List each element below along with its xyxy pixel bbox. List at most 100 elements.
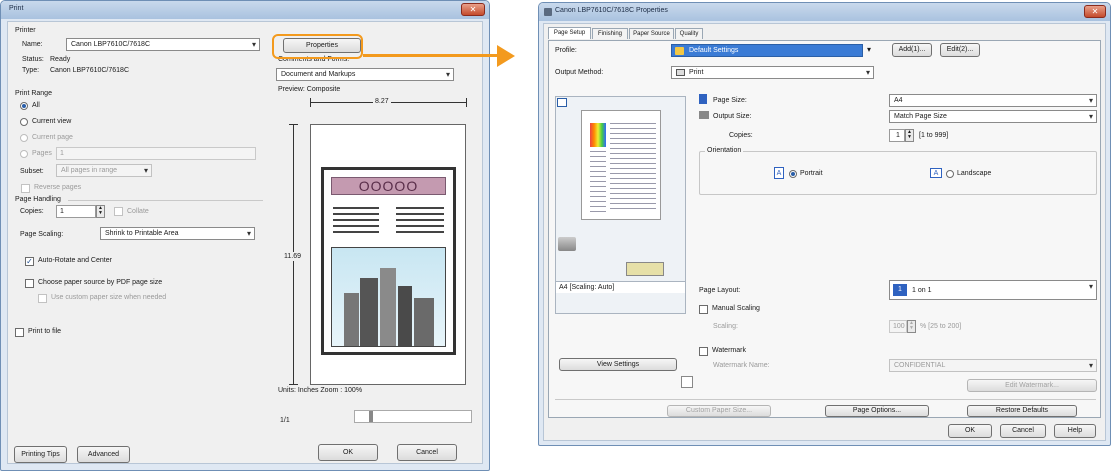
landscape-radio[interactable] xyxy=(946,170,954,178)
range-pages-radio[interactable] xyxy=(20,150,28,158)
range-current-view-radio[interactable] xyxy=(20,118,28,126)
type-value: Canon LBP7610C/7618C xyxy=(50,67,130,74)
print-to-file-checkbox[interactable] xyxy=(15,328,24,337)
print-range-label: Print Range xyxy=(15,90,52,97)
tab-quality[interactable]: Quality xyxy=(675,28,703,39)
comments-select[interactable]: Document and Markups xyxy=(276,68,454,81)
profile-label: Profile: xyxy=(555,47,577,54)
building-1 xyxy=(344,293,359,346)
portrait-label: Portrait xyxy=(800,170,823,177)
thumbnail-text-lines-2 xyxy=(590,151,606,213)
properties-ok-button[interactable]: OK xyxy=(948,424,992,438)
properties-dialog: Canon LBP7610C/7618C Properties ✕ Page S… xyxy=(538,2,1111,446)
tab-finishing[interactable]: Finishing xyxy=(592,28,628,39)
collate-checkbox[interactable] xyxy=(114,207,123,216)
properties-highlight xyxy=(272,34,363,59)
page-slider-thumb[interactable] xyxy=(369,411,373,422)
properties-help-button[interactable]: Help xyxy=(1054,424,1096,438)
copies-input[interactable]: 1 xyxy=(889,129,905,142)
custom-paper-size-button[interactable]: Custom Paper Size... xyxy=(667,405,771,417)
properties-cancel-button[interactable]: Cancel xyxy=(1000,424,1046,438)
cancel-button[interactable]: Cancel xyxy=(397,444,457,461)
preview-text-block-right xyxy=(396,207,444,237)
page-options-button[interactable]: Page Options... xyxy=(825,405,929,417)
tab-page-setup[interactable]: Page Setup xyxy=(548,27,591,39)
edit-profile-button[interactable]: Edit(2)... xyxy=(940,43,980,57)
status-value: Ready xyxy=(50,56,71,63)
status-label: Status: xyxy=(22,56,44,63)
units-zoom-label: Units: Inches Zoom : 100% xyxy=(278,387,363,394)
landscape-label: Landscape xyxy=(957,170,992,177)
close-icon[interactable]: ✕ xyxy=(461,3,485,16)
page-handling-label: Page Handling xyxy=(15,196,61,203)
preview-mode-icon[interactable] xyxy=(557,98,567,107)
page-layout-select[interactable]: 1 1 on 1 xyxy=(889,280,1097,300)
range-current-page-label: Current page xyxy=(32,134,73,141)
profile-select[interactable]: Default Settings xyxy=(671,44,863,57)
choose-paper-source-checkbox[interactable] xyxy=(25,279,34,288)
copies-spinner[interactable]: ▲ ▼ xyxy=(96,205,105,218)
page-thumbnail xyxy=(581,110,661,220)
page-scaling-label: Page Scaling: xyxy=(20,231,64,238)
callout-arrow-head xyxy=(497,45,515,67)
page-counter: 1/1 xyxy=(280,417,290,424)
reverse-pages-checkbox[interactable] xyxy=(21,184,30,193)
manual-scaling-checkbox[interactable] xyxy=(699,305,708,314)
page-slider[interactable] xyxy=(354,410,472,423)
advanced-button[interactable]: Advanced xyxy=(77,446,130,463)
watermark-name-select[interactable]: CONFIDENTIAL xyxy=(889,359,1097,372)
edit-watermark-button[interactable]: Edit Watermark... xyxy=(967,379,1097,392)
height-tick-top xyxy=(289,124,298,125)
subset-select[interactable]: All pages in range xyxy=(56,164,152,177)
collate-label: Collate xyxy=(127,208,149,215)
copies-spinner[interactable]: ▲ ▼ xyxy=(905,129,914,142)
print-title-bar[interactable]: Print ✕ xyxy=(1,1,489,19)
printer-section-label: Printer xyxy=(15,27,36,34)
page-size-icon xyxy=(699,94,707,104)
tab-paper-source[interactable]: Paper Source xyxy=(629,28,674,39)
layout-icons-box xyxy=(626,262,664,276)
page-size-label: Page Size: xyxy=(713,97,747,104)
auto-rotate-checkbox[interactable]: ✓ xyxy=(25,257,34,266)
add-profile-button[interactable]: Add(1)... xyxy=(892,43,932,57)
page-size-select[interactable]: A4 xyxy=(889,94,1097,107)
restore-defaults-button[interactable]: Restore Defaults xyxy=(967,405,1077,417)
range-all-label: All xyxy=(32,102,40,109)
properties-close-icon[interactable]: ✕ xyxy=(1084,5,1106,18)
page-layout-label: Page Layout: xyxy=(699,287,741,294)
pages-input[interactable]: 1 xyxy=(56,147,256,160)
view-settings-button[interactable]: View Settings xyxy=(559,358,677,371)
range-all-radio[interactable] xyxy=(20,102,28,110)
properties-title: Canon LBP7610C/7618C Properties xyxy=(555,7,668,14)
profile-dropdown-arrow[interactable]: ▾ xyxy=(867,45,871,54)
portrait-radio[interactable] xyxy=(789,170,797,178)
watermark-checkbox[interactable] xyxy=(699,347,708,356)
output-method-select[interactable]: Print xyxy=(671,66,874,79)
width-tick-left xyxy=(310,98,311,107)
watermark-name-label: Watermark Name: xyxy=(713,362,770,369)
view-settings-icon[interactable] xyxy=(681,376,693,388)
range-current-page-radio[interactable] xyxy=(20,134,28,142)
orientation-label: Orientation xyxy=(705,147,744,154)
copies-label: Copies: xyxy=(20,208,44,215)
use-custom-paper-checkbox[interactable] xyxy=(38,294,47,303)
properties-title-bar[interactable]: Canon LBP7610C/7618C Properties ✕ xyxy=(539,3,1110,21)
copies-range: [1 to 999] xyxy=(919,132,949,139)
preview-text-block-left xyxy=(333,207,379,237)
ok-button[interactable]: OK xyxy=(318,444,378,461)
range-pages-label: Pages xyxy=(32,150,52,157)
preview-height-value: 11.69 xyxy=(284,252,301,261)
scaling-spinner[interactable]: ▲ ▼ xyxy=(907,320,916,333)
page-scaling-select[interactable]: Shrink to Printable Area xyxy=(100,227,255,240)
preview-label: Preview: Composite xyxy=(278,86,341,93)
printing-tips-button[interactable]: Printing Tips xyxy=(14,446,67,463)
landscape-icon: A xyxy=(930,168,942,178)
copies-input[interactable]: 1 xyxy=(56,205,96,218)
tab-strip: Page Setup Finishing Paper Source Qualit… xyxy=(548,27,748,40)
scaling-input[interactable]: 100 xyxy=(889,320,907,333)
height-tick-bottom xyxy=(289,384,298,385)
preview-page: OOOOO xyxy=(310,124,466,385)
scaling-range: % [25 to 200] xyxy=(920,323,962,330)
output-size-select[interactable]: Match Page Size xyxy=(889,110,1097,123)
printer-name-select[interactable]: Canon LBP7610C/7618C xyxy=(66,38,260,51)
